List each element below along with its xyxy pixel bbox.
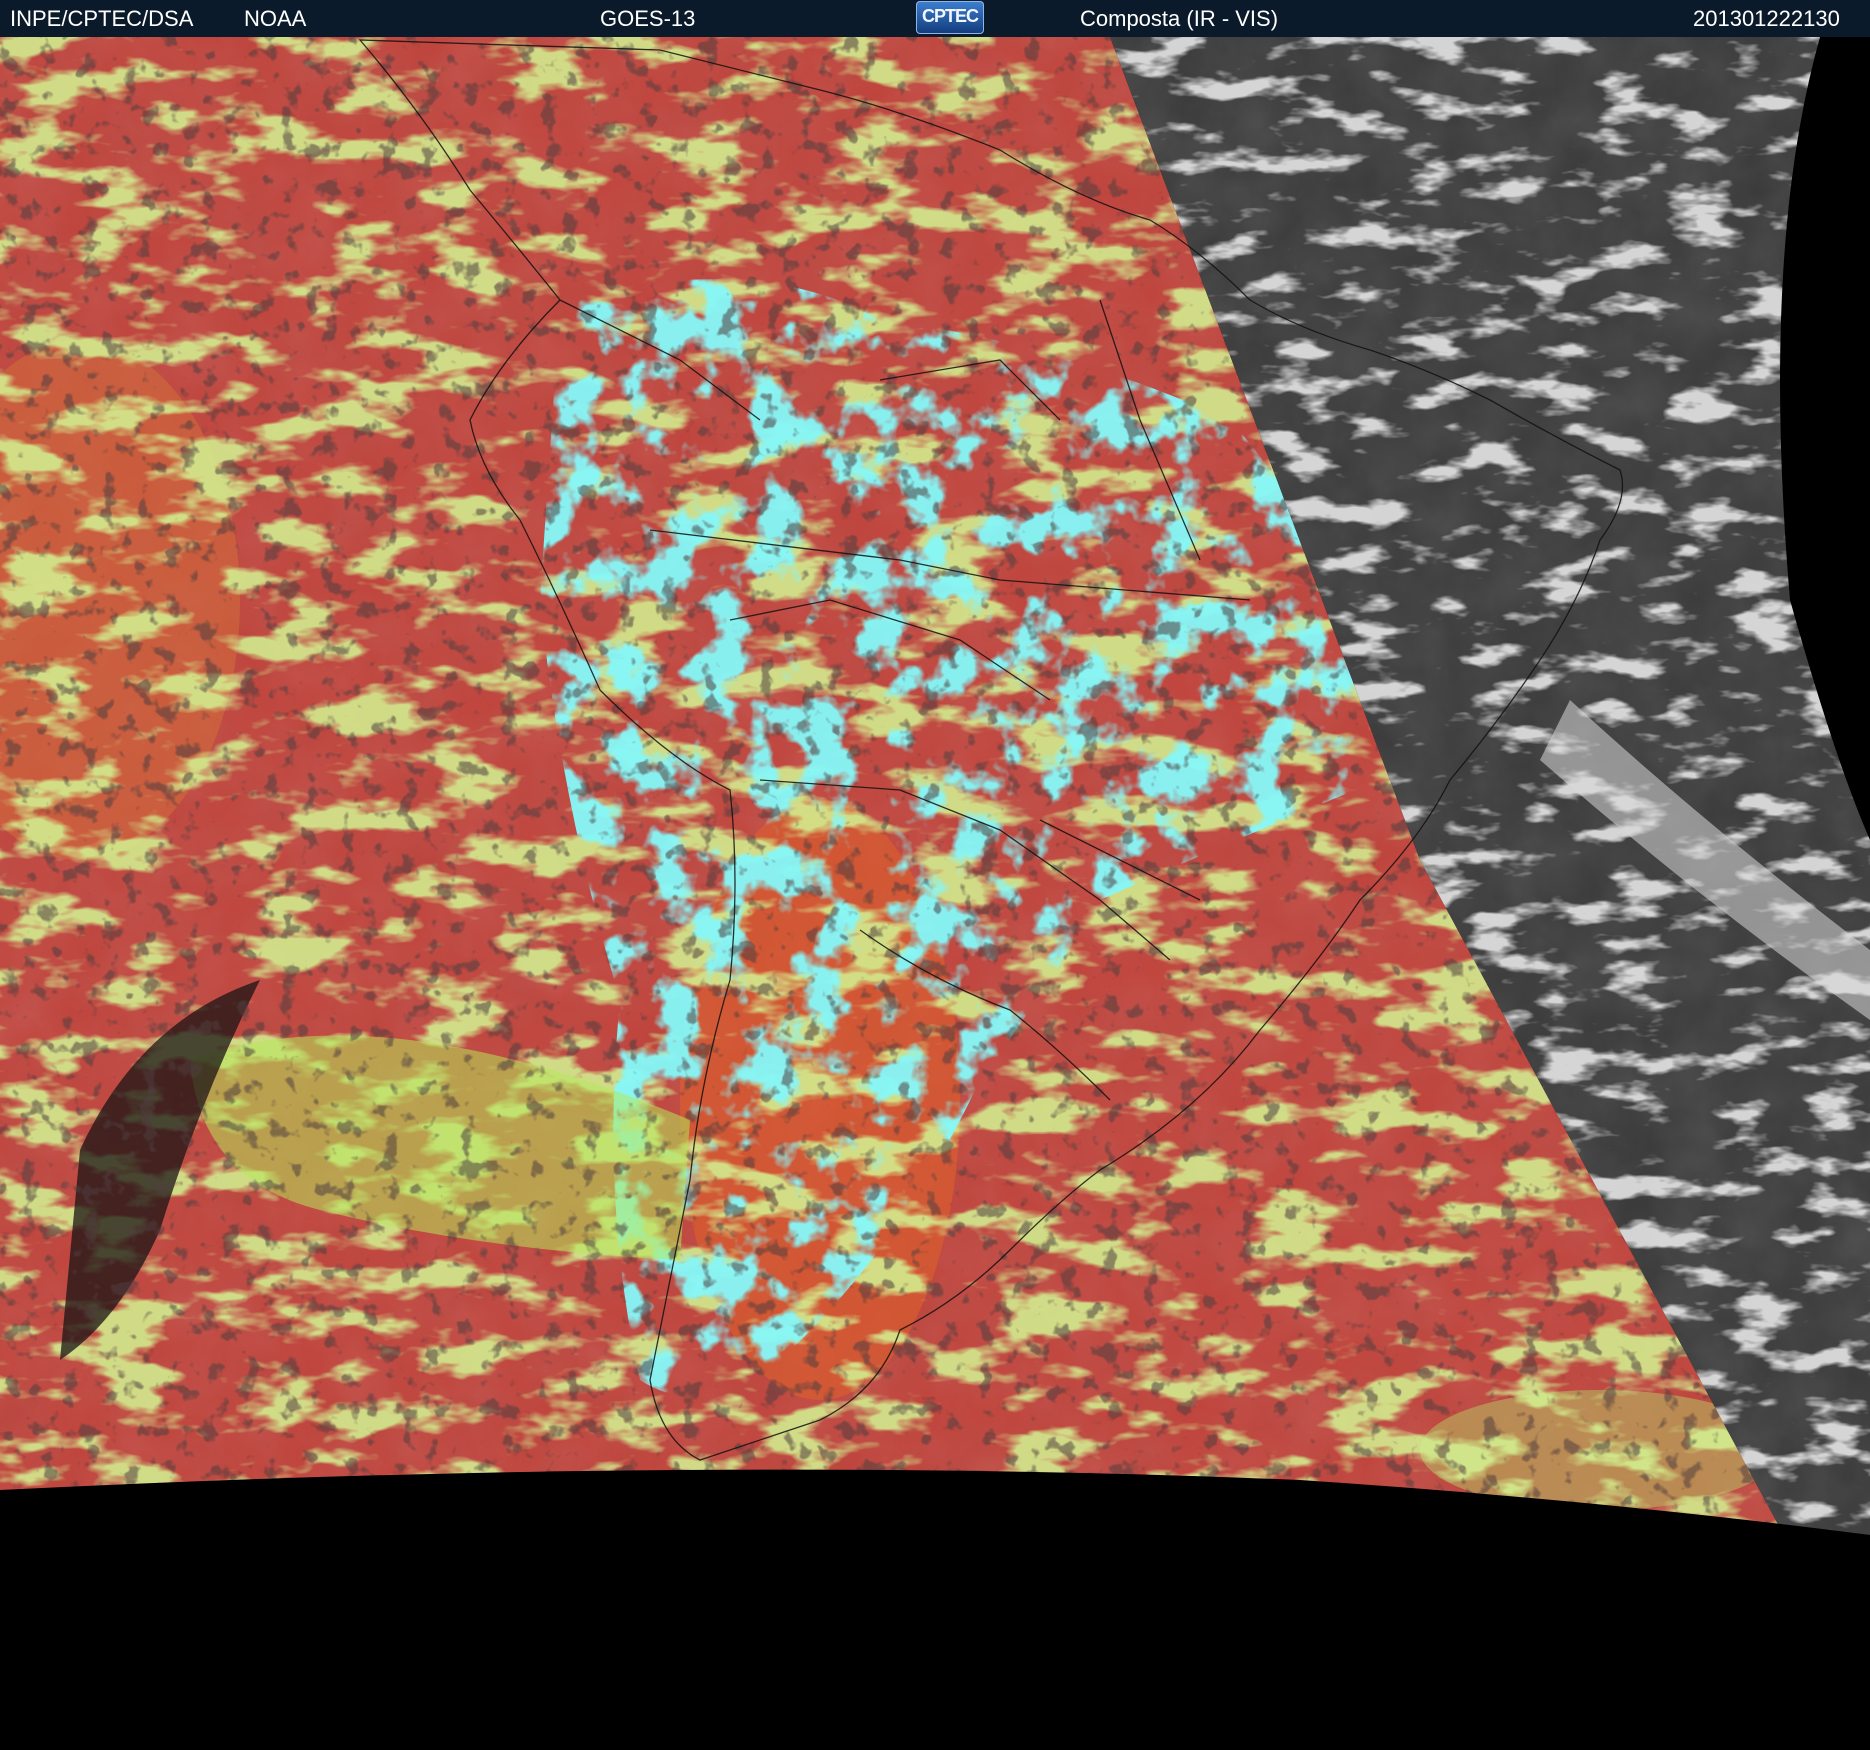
org-label: INPE/CPTEC/DSA — [10, 6, 194, 31]
satellite-label: GOES-13 — [600, 6, 696, 31]
timestamp-label: 201301222130 — [1693, 6, 1840, 31]
agency-label: NOAA — [244, 6, 307, 31]
product-label: Composta (IR - VIS) — [1080, 6, 1279, 31]
logo-text: CPTEC — [921, 6, 979, 26]
title-bar: INPE/CPTEC/DSA NOAA GOES-13 CPTEC Compos… — [0, 0, 1870, 37]
earth-limb — [0, 1469, 1870, 1750]
cptec-logo: CPTEC — [916, 1, 984, 34]
satellite-composite-map — [0, 37, 1870, 1750]
